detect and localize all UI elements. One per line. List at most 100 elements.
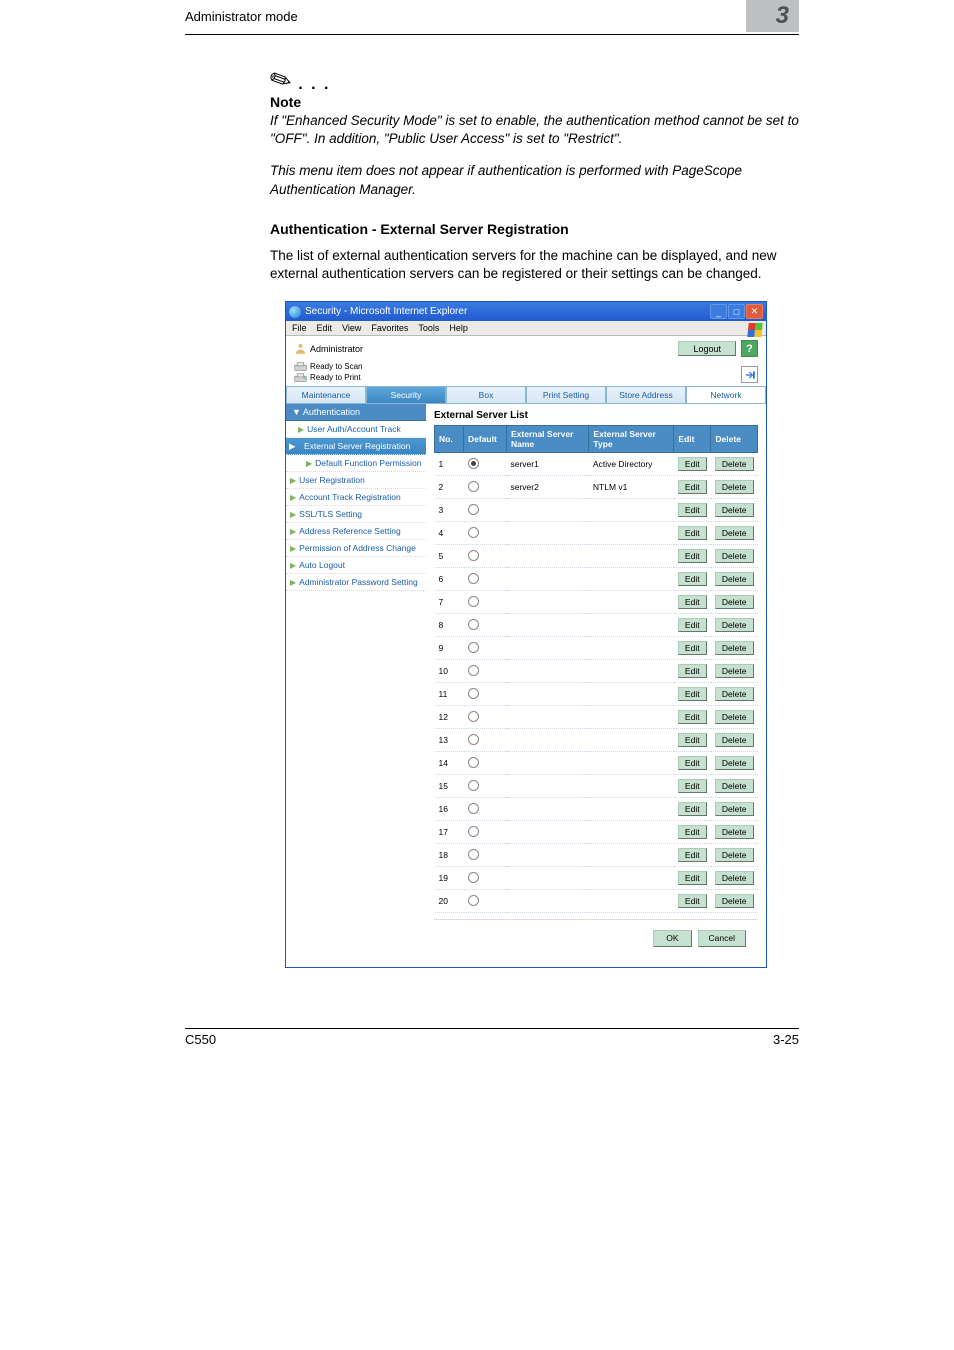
delete-button[interactable]: Delete: [715, 526, 754, 540]
cell-default[interactable]: [464, 798, 507, 821]
ok-button[interactable]: OK: [653, 930, 691, 947]
ie-menubar: File Edit View Favorites Tools Help: [286, 321, 766, 336]
edit-button[interactable]: Edit: [678, 664, 707, 678]
delete-button[interactable]: Delete: [715, 756, 754, 770]
tab-security[interactable]: Security: [366, 386, 446, 404]
window-maximize-button[interactable]: □: [728, 304, 745, 319]
cell-default[interactable]: [464, 821, 507, 844]
delete-button[interactable]: Delete: [715, 710, 754, 724]
window-close-button[interactable]: ✕: [746, 304, 763, 319]
delete-button[interactable]: Delete: [715, 802, 754, 816]
cell-type: [589, 798, 674, 821]
edit-button[interactable]: Edit: [678, 710, 707, 724]
delete-button[interactable]: Delete: [715, 871, 754, 885]
cell-default[interactable]: [464, 614, 507, 637]
edit-button[interactable]: Edit: [678, 618, 707, 632]
menu-file[interactable]: File: [292, 323, 307, 333]
edit-button[interactable]: Edit: [678, 894, 707, 908]
window-minimize-button[interactable]: _: [710, 304, 727, 319]
delete-button[interactable]: Delete: [715, 894, 754, 908]
sidebar-item-perm-addr[interactable]: ▶Permission of Address Change: [286, 540, 426, 557]
sidebar-item-ssl[interactable]: ▶SSL/TLS Setting: [286, 506, 426, 523]
delete-button[interactable]: Delete: [715, 549, 754, 563]
cell-default[interactable]: [464, 752, 507, 775]
edit-button[interactable]: Edit: [678, 457, 707, 471]
sidebar-item-addr-ref[interactable]: ▶Address Reference Setting: [286, 523, 426, 540]
sidebar-item-user-reg[interactable]: ▶User Registration: [286, 472, 426, 489]
edit-button[interactable]: Edit: [678, 526, 707, 540]
delete-button[interactable]: Delete: [715, 457, 754, 471]
sidebar-header-auth[interactable]: ▼ Authentication: [286, 404, 426, 421]
table-row: 16EditDelete: [435, 798, 758, 821]
edit-button[interactable]: Edit: [678, 595, 707, 609]
delete-button[interactable]: Delete: [715, 664, 754, 678]
menu-favorites[interactable]: Favorites: [371, 323, 408, 333]
tab-network[interactable]: Network: [686, 386, 766, 404]
cell-no: 17: [435, 821, 464, 844]
table-row: 7EditDelete: [435, 591, 758, 614]
edit-button[interactable]: Edit: [678, 756, 707, 770]
server-table: No. Default External Server Name Externa…: [434, 425, 758, 913]
menu-view[interactable]: View: [342, 323, 361, 333]
cell-no: 19: [435, 867, 464, 890]
edit-button[interactable]: Edit: [678, 871, 707, 885]
delete-button[interactable]: Delete: [715, 641, 754, 655]
delete-button[interactable]: Delete: [715, 572, 754, 586]
tab-print-setting[interactable]: Print Setting: [526, 386, 606, 404]
delete-button[interactable]: Delete: [715, 503, 754, 517]
cell-default[interactable]: [464, 890, 507, 913]
cell-default[interactable]: [464, 660, 507, 683]
edit-button[interactable]: Edit: [678, 687, 707, 701]
edit-button[interactable]: Edit: [678, 802, 707, 816]
cell-default[interactable]: [464, 522, 507, 545]
sidebar-item-account-track[interactable]: ▶Account Track Registration: [286, 489, 426, 506]
help-button[interactable]: ?: [741, 340, 758, 357]
delete-button[interactable]: Delete: [715, 733, 754, 747]
sidebar-item-default-func[interactable]: ▶Default Function Permission: [286, 455, 426, 472]
cell-default[interactable]: [464, 844, 507, 867]
cell-default[interactable]: [464, 706, 507, 729]
delete-button[interactable]: Delete: [715, 779, 754, 793]
delete-button[interactable]: Delete: [715, 618, 754, 632]
edit-button[interactable]: Edit: [678, 503, 707, 517]
cell-default[interactable]: [464, 453, 507, 476]
menu-edit[interactable]: Edit: [317, 323, 333, 333]
logout-button[interactable]: Logout: [678, 341, 736, 356]
menu-tools[interactable]: Tools: [418, 323, 439, 333]
edit-button[interactable]: Edit: [678, 572, 707, 586]
cell-default[interactable]: [464, 683, 507, 706]
edit-button[interactable]: Edit: [678, 480, 707, 494]
sidebar-item-auto-logout[interactable]: ▶Auto Logout: [286, 557, 426, 574]
tab-maintenance[interactable]: Maintenance: [286, 386, 366, 404]
sidebar-item-user-auth[interactable]: ▶User Auth/Account Track: [286, 421, 426, 438]
edit-button[interactable]: Edit: [678, 733, 707, 747]
cell-default[interactable]: [464, 568, 507, 591]
edit-button[interactable]: Edit: [678, 641, 707, 655]
cell-default[interactable]: [464, 729, 507, 752]
delete-button[interactable]: Delete: [715, 687, 754, 701]
edit-button[interactable]: Edit: [678, 848, 707, 862]
cell-default[interactable]: [464, 476, 507, 499]
menu-help[interactable]: Help: [449, 323, 468, 333]
delete-button[interactable]: Delete: [715, 480, 754, 494]
cell-default[interactable]: [464, 545, 507, 568]
delete-button[interactable]: Delete: [715, 848, 754, 862]
sidebar-item-admin-pw[interactable]: ▶Administrator Password Setting: [286, 574, 426, 591]
cell-default[interactable]: [464, 591, 507, 614]
delete-button[interactable]: Delete: [715, 825, 754, 839]
cancel-button[interactable]: Cancel: [698, 930, 746, 947]
table-row: 17 Edit Delete: [435, 821, 758, 844]
cell-default[interactable]: [464, 775, 507, 798]
chapter-number: 3: [746, 0, 799, 32]
cell-default[interactable]: [464, 867, 507, 890]
edit-button[interactable]: Edit: [678, 779, 707, 793]
edit-button[interactable]: Edit: [678, 825, 707, 839]
to-device-button[interactable]: [741, 366, 758, 383]
edit-button[interactable]: Edit: [678, 549, 707, 563]
delete-button[interactable]: Delete: [715, 595, 754, 609]
tab-box[interactable]: Box: [446, 386, 526, 404]
tab-store-address[interactable]: Store Address: [606, 386, 686, 404]
sidebar-item-external-server[interactable]: ▶External Server Registration: [286, 438, 426, 455]
cell-default[interactable]: [464, 499, 507, 522]
cell-default[interactable]: [464, 637, 507, 660]
